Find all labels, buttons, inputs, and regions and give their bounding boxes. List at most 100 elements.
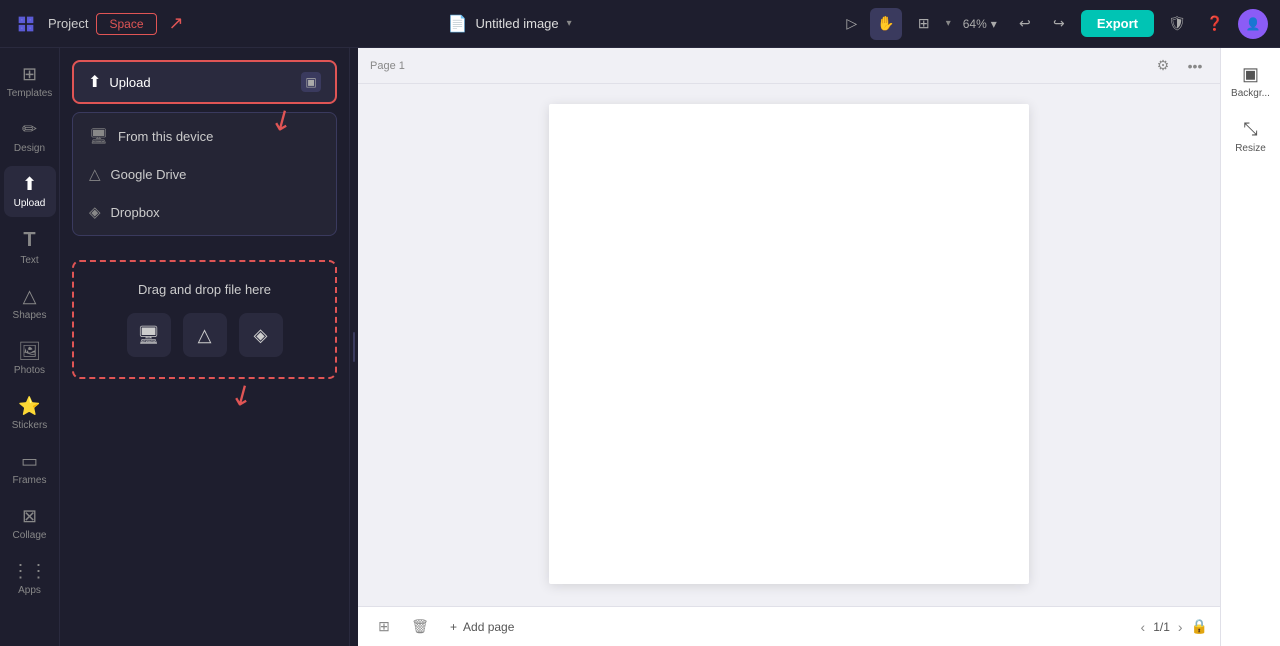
canvas-toolbar: Page 1 ⚙ ••• [358,48,1220,84]
bottom-bar: ⊞ 🗑 + Add page ‹ 1/1 › 🔒 [358,606,1220,646]
page-label: Page 1 [370,60,405,72]
canvas-viewport[interactable] [358,84,1220,606]
resize-icon: ⤡ [1243,119,1257,140]
right-sidebar: ▣ Backgr... ⤡ Resize [1220,48,1280,646]
dropbox-icon: ◈ [89,203,101,221]
prev-page-button[interactable]: ‹ [1141,619,1146,635]
shapes-icon: △ [23,286,37,307]
layout-chevron-icon[interactable]: ▾ [946,18,951,29]
stickers-icon: ⭐ [18,396,40,417]
header-right: Export 🛡 ❓ 👤 [1081,9,1268,39]
upload-label: Upload [14,198,46,209]
dropdown-item-google-drive[interactable]: △ Google Drive [73,155,336,193]
header-tools: ▷ ✋ ⊞ ▾ 64% ▾ ↩ ↪ Export 🛡 ❓ 👤 [836,8,1268,40]
device-upload-icon-btn[interactable]: 🖥 [127,313,171,357]
shapes-label: Shapes [13,310,47,321]
title-chevron-icon[interactable]: ▾ [567,18,572,29]
lock-button[interactable]: 🔒 [1191,618,1208,635]
templates-icon: ⊞ [22,64,37,85]
main-area: ⊞ Templates ✏ Design ⬆ Upload T Text △ S… [0,48,1280,646]
sidebar-item-frames[interactable]: ▭ Frames [4,443,56,494]
select-tool-button[interactable]: ▷ [836,8,868,40]
resize-button[interactable]: ⤡ Resize [1225,111,1277,162]
upload-btn-icon: ⬆ [88,72,101,92]
google-drive-label: Google Drive [111,167,187,182]
user-avatar[interactable]: 👤 [1238,9,1268,39]
resize-label: Resize [1235,143,1266,154]
dropbox-label: Dropbox [111,205,160,220]
sidebar-item-apps[interactable]: ⋮⋮ Apps [4,553,56,604]
thumbnail-view-button[interactable]: ⊞ [370,613,398,641]
add-page-button[interactable]: + Add page [442,616,522,638]
design-icon: ✏ [22,119,37,140]
drag-drop-icons: 🖥 △ ◈ [127,313,283,357]
doc-title: Untitled image [476,16,559,31]
header-center: 📄 Untitled image ▾ [448,14,572,34]
icon-bar: ⊞ Templates ✏ Design ⬆ Upload T Text △ S… [0,48,60,646]
design-label: Design [14,143,45,154]
sidebar-item-photos[interactable]: 🖼 Photos [4,333,56,384]
sidebar-item-templates[interactable]: ⊞ Templates [4,56,56,107]
dropdown-item-device[interactable]: 🖥 From this device [73,117,336,155]
zoom-chevron-icon: ▾ [991,17,997,31]
arrow-to-dragdrop: ↙ [223,374,260,414]
tool-group-left: ▷ ✋ [836,8,902,40]
arrow-indicator: ↗ [169,13,184,34]
zoom-button[interactable]: 64% ▾ [957,13,1003,35]
sidebar-item-design[interactable]: ✏ Design [4,111,56,162]
sidebar-item-upload[interactable]: ⬆ Upload [4,166,56,217]
google-drive-icon: △ [89,165,101,183]
page-nav: ‹ 1/1 › [1141,619,1183,635]
hand-tool-button[interactable]: ✋ [870,8,902,40]
delete-page-button[interactable]: 🗑 [406,613,434,641]
space-button[interactable]: Space [96,13,156,35]
upload-icon: ⬆ [22,174,37,195]
upload-panel: ⬆ Upload ▣ ↙ 🖥 From this device △ Google… [60,48,350,646]
shield-icon-btn[interactable]: 🛡 [1162,9,1192,39]
page-canvas [549,104,1029,584]
google-drive-upload-icon-btn[interactable]: △ [183,313,227,357]
add-page-icon: + [450,620,457,634]
photos-label: Photos [14,365,45,376]
project-label: Project [48,16,88,31]
upload-dropdown-toggle[interactable]: ▣ [301,72,321,92]
background-button[interactable]: ▣ Backgr... [1225,56,1277,107]
undo-button[interactable]: ↩ [1009,8,1041,40]
sidebar-item-shapes[interactable]: △ Shapes [4,278,56,329]
collage-icon: ⊠ [22,506,37,527]
text-icon: T [23,229,35,252]
bottom-right: ‹ 1/1 › 🔒 [1141,618,1208,635]
upload-button[interactable]: ⬆ Upload ▣ [72,60,337,104]
page-count: 1/1 [1153,620,1170,634]
panel-resize-handle[interactable] [350,48,358,646]
logo-icon [15,13,37,35]
next-page-button[interactable]: › [1178,619,1183,635]
canvas-more-button[interactable]: ••• [1182,53,1208,79]
doc-icon: 📄 [448,14,468,34]
background-icon: ▣ [1242,64,1259,85]
layout-tool-button[interactable]: ⊞ [908,8,940,40]
background-label: Backgr... [1231,88,1270,99]
device-icon: 🖥 [89,127,108,145]
stickers-label: Stickers [12,420,48,431]
bottom-left: ⊞ 🗑 + Add page [370,613,522,641]
export-button[interactable]: Export [1081,10,1154,37]
dropdown-item-dropbox[interactable]: ◈ Dropbox [73,193,336,231]
canvas-toolbar-right: ⚙ ••• [1150,53,1208,79]
drag-drop-area[interactable]: Drag and drop file here 🖥 △ ◈ [72,260,337,379]
help-icon-btn[interactable]: ❓ [1200,9,1230,39]
frames-label: Frames [13,475,47,486]
redo-button[interactable]: ↪ [1043,8,1075,40]
canvas-settings-button[interactable]: ⚙ [1150,53,1176,79]
templates-label: Templates [7,88,53,99]
sidebar-item-text[interactable]: T Text [4,221,56,274]
dropbox-upload-icon-btn[interactable]: ◈ [239,313,283,357]
sidebar-item-stickers[interactable]: ⭐ Stickers [4,388,56,439]
undo-redo-group: ↩ ↪ [1009,8,1075,40]
sidebar-item-collage[interactable]: ⊠ Collage [4,498,56,549]
top-header: Project Space ↗ 📄 Untitled image ▾ ▷ ✋ ⊞… [0,0,1280,48]
logo[interactable] [12,10,40,38]
canvas-area: Page 1 ⚙ ••• ⊞ 🗑 + Add page ‹ [358,48,1220,646]
apps-icon: ⋮⋮ [12,561,48,582]
header-left: Project Space ↗ [12,10,184,38]
